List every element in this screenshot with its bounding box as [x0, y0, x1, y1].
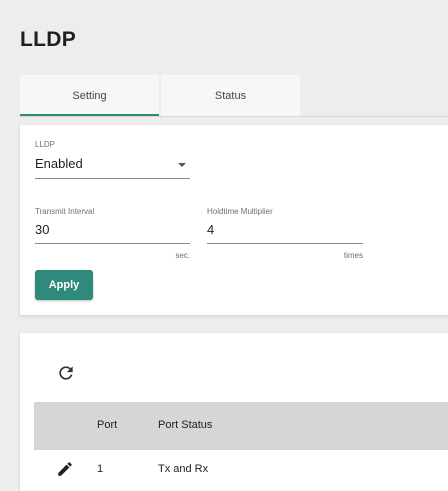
- setting-card: LLDP Enabled Transmit Interval 30 sec. H…: [20, 125, 448, 315]
- lldp-select[interactable]: Enabled: [35, 152, 190, 180]
- table-row: 1 Tx and Rx: [34, 450, 448, 490]
- column-header-port[interactable]: Port: [97, 419, 117, 431]
- lldp-select-underline: [35, 178, 190, 179]
- tab-setting[interactable]: Setting: [20, 75, 159, 117]
- chevron-down-icon: [178, 163, 186, 167]
- transmit-interval-label: Transmit Interval: [35, 207, 95, 216]
- holdtime-multiplier-input[interactable]: 4: [207, 219, 363, 245]
- holdtime-multiplier-unit: times: [343, 251, 363, 260]
- edit-icon[interactable]: [56, 460, 74, 478]
- cell-port-status: Tx and Rx: [158, 463, 209, 475]
- transmit-interval-input[interactable]: 30: [35, 219, 190, 245]
- status-card: Port Port Status 1 Tx and Rx: [20, 333, 448, 491]
- column-header-port-status[interactable]: Port Status: [158, 419, 212, 431]
- lldp-label: LLDP: [35, 140, 56, 149]
- table-header: Port Port Status: [34, 402, 448, 450]
- holdtime-multiplier-label: Holdtime Multiplier: [207, 207, 273, 216]
- tab-bar: Setting Status: [20, 75, 302, 117]
- page-title: LLDP: [20, 28, 77, 51]
- transmit-interval-underline: [35, 243, 190, 244]
- refresh-icon[interactable]: [56, 363, 76, 383]
- transmit-interval-unit: sec.: [175, 251, 190, 260]
- lldp-select-value: Enabled: [35, 156, 83, 171]
- holdtime-multiplier-underline: [207, 243, 363, 244]
- transmit-interval-value: 30: [35, 222, 50, 237]
- apply-button[interactable]: Apply: [35, 270, 93, 300]
- cell-port: 1: [97, 463, 104, 475]
- holdtime-multiplier-value: 4: [207, 222, 215, 237]
- tab-status[interactable]: Status: [161, 75, 300, 117]
- tab-divider: [20, 116, 448, 117]
